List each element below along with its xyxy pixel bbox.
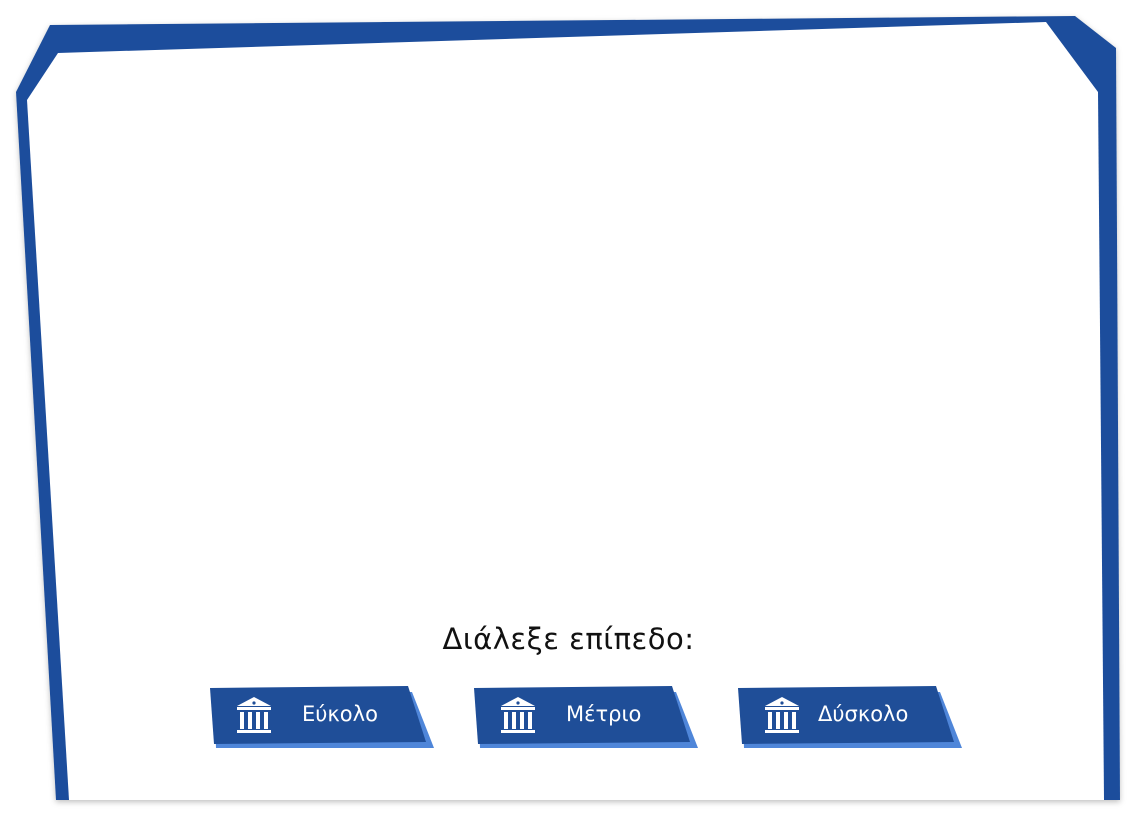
museum-icon bbox=[765, 697, 799, 733]
museum-icon bbox=[501, 697, 535, 733]
medium-level-button[interactable]: Μέτριο bbox=[474, 686, 698, 750]
hard-label: Δύσκολο bbox=[818, 702, 909, 726]
medium-label: Μέτριο bbox=[566, 702, 642, 726]
hard-level-button[interactable]: Δύσκολο bbox=[738, 686, 962, 750]
game-screen: Διάλεξε επίπεδο: Εύκολο Μέτριο Δύσκολο bbox=[0, 0, 1137, 816]
easy-label: Εύκολο bbox=[302, 702, 378, 726]
easy-level-button[interactable]: Εύκολο bbox=[210, 686, 434, 750]
museum-icon bbox=[237, 697, 271, 733]
level-prompt: Διάλεξε επίπεδο: bbox=[442, 622, 695, 656]
